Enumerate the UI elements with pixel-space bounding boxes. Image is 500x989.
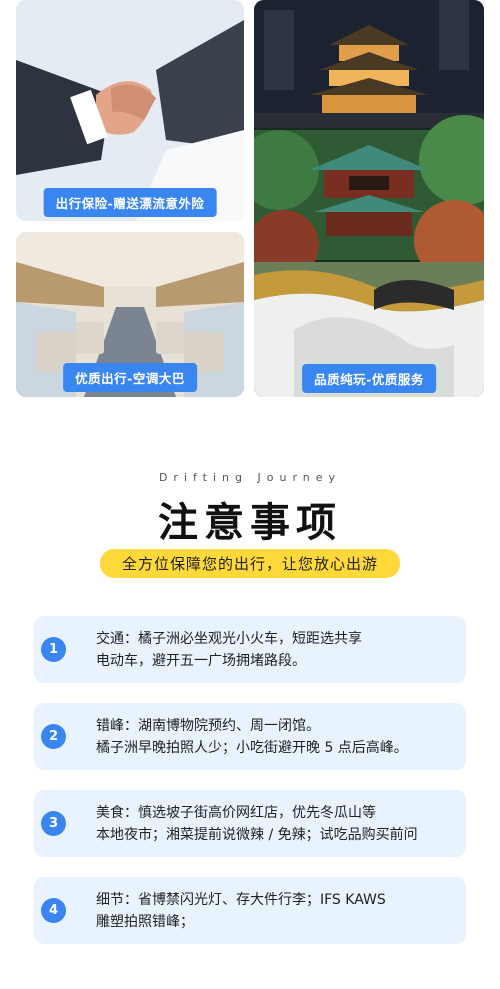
- tip-card-4: 4 细节：省博禁闪光灯、存大件行李；IFS KAWS 雕塑拍照错峰；: [34, 877, 466, 944]
- tip-line: 美食：慎选坡子街高价网红店，优先冬瓜山等: [96, 805, 376, 821]
- tip-line: 交通：橘子洲必坐观光小火车，短距选共享: [96, 631, 362, 647]
- tip-text: 错峰：湖南博物院预约、周一闭馆。 橘子洲早晚拍照人少；小吃街避开晚 5 点后高峰…: [96, 715, 456, 759]
- tip-line: 错峰：湖南博物院预约、周一闭馆。: [96, 718, 320, 734]
- handshake-photo: 出行保险-赠送漂流意外险: [16, 0, 244, 221]
- tip-text: 细节：省博禁闪光灯、存大件行李；IFS KAWS 雕塑拍照错峰；: [96, 889, 456, 933]
- tip-card-3: 3 美食：慎选坡子街高价网红店，优先冬瓜山等 本地夜市；湘菜提前说微辣 / 免辣…: [34, 790, 466, 857]
- tip-text: 美食：慎选坡子街高价网红店，优先冬瓜山等 本地夜市；湘菜提前说微辣 / 免辣；试…: [96, 802, 456, 846]
- tip-line: 橘子洲早晚拍照人少；小吃街避开晚 5 点后高峰。: [96, 740, 408, 756]
- english-subtitle: Drifting Journey: [158, 471, 342, 484]
- tip-line: 本地夜市；湘菜提前说微辣 / 免辣；试吃品购买前问: [96, 827, 418, 843]
- tip-line: 电动车，避开五一广场拥堵路段。: [96, 653, 306, 669]
- tip-text: 交通：橘子洲必坐观光小火车，短距选共享 电动车，避开五一广场拥堵路段。: [96, 628, 456, 672]
- scenery-photo: 品质纯玩-优质服务: [254, 0, 484, 397]
- tip-number-badge: 1: [41, 637, 66, 662]
- bus-photo: 优质出行-空调大巴: [16, 232, 244, 397]
- scenery-illustration: [254, 0, 484, 397]
- insurance-caption: 出行保险-赠送漂流意外险: [43, 188, 217, 217]
- scenery-caption: 品质纯玩-优质服务: [302, 364, 436, 393]
- bus-caption: 优质出行-空调大巴: [63, 363, 197, 392]
- tip-card-2: 2 错峰：湖南博物院预约、周一闭馆。 橘子洲早晚拍照人少；小吃街避开晚 5 点后…: [34, 703, 466, 770]
- page-title: 注意事项: [158, 500, 342, 546]
- tip-number-badge: 3: [41, 811, 66, 836]
- tip-card-1: 1 交通：橘子洲必坐观光小火车，短距选共享 电动车，避开五一广场拥堵路段。: [34, 616, 466, 683]
- tip-number-badge: 2: [41, 724, 66, 749]
- tip-line: 细节：省博禁闪光灯、存大件行李；IFS KAWS: [96, 892, 386, 908]
- tagline-banner: 全方位保障您的出行，让您放心出游: [99, 549, 401, 578]
- tip-number-badge: 4: [41, 898, 66, 923]
- tip-line: 雕塑拍照错峰；: [96, 914, 194, 930]
